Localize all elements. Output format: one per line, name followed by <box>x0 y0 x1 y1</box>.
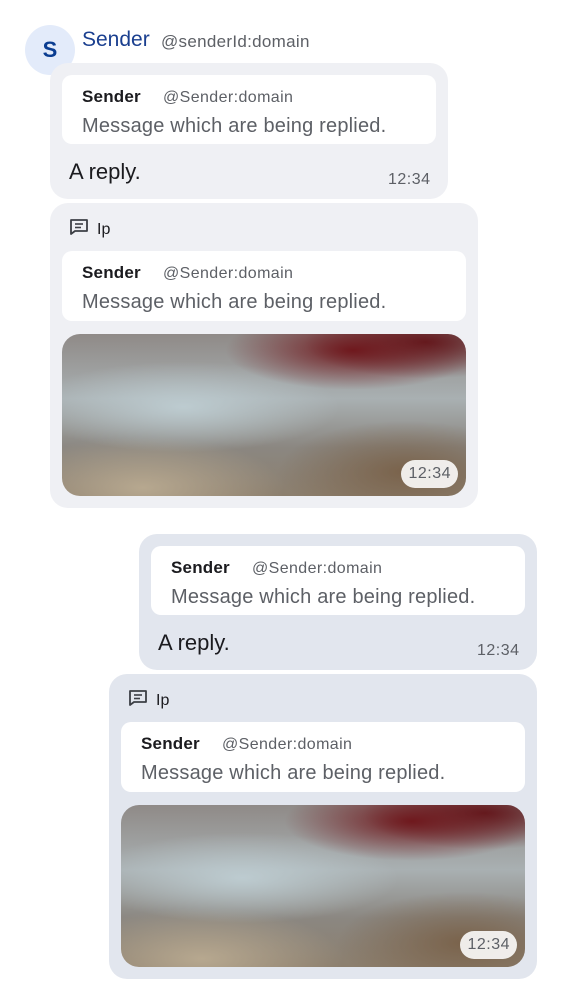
reply-sender-id: @Sender:domain <box>163 89 294 106</box>
sender-id: @senderId:domain <box>161 32 310 51</box>
reply-text: Message which are being replied. <box>171 586 476 608</box>
message-bubble-outgoing-2[interactable]: Ip Sender @Sender:domain Message which a… <box>109 674 537 979</box>
reply-preview[interactable]: Sender @Sender:domain Message which are … <box>62 251 466 321</box>
thread-indicator[interactable]: Ip <box>128 689 169 712</box>
thread-label: Ip <box>156 691 170 709</box>
sender-name[interactable]: Sender <box>82 28 150 52</box>
message-time: 12:34 <box>388 171 431 188</box>
image-time-badge: 12:34 <box>460 931 517 959</box>
thread-icon <box>128 689 148 712</box>
reply-preview[interactable]: Sender @Sender:domain Message which are … <box>62 75 436 144</box>
thread-label: Ip <box>97 220 111 238</box>
reply-text: Message which are being replied. <box>141 762 446 784</box>
message-time: 12:34 <box>477 642 520 659</box>
thread-icon <box>69 218 89 241</box>
reply-preview[interactable]: Sender @Sender:domain Message which are … <box>121 722 525 792</box>
thread-indicator[interactable]: Ip <box>69 218 110 241</box>
reply-preview[interactable]: Sender @Sender:domain Message which are … <box>151 546 525 615</box>
reply-sender-name: Sender <box>171 558 230 577</box>
message-bubble-incoming-2[interactable]: Ip Sender @Sender:domain Message which a… <box>50 203 478 508</box>
reply-text: Message which are being replied. <box>82 291 387 313</box>
reply-sender-name: Sender <box>82 263 141 282</box>
blurred-image[interactable]: 12:34 <box>62 334 466 496</box>
reply-sender-name: Sender <box>141 734 200 753</box>
blurred-image[interactable]: 12:34 <box>121 805 525 967</box>
image-time-badge: 12:34 <box>401 460 458 488</box>
message-text: A reply. <box>158 630 230 655</box>
reply-text: Message which are being replied. <box>82 115 387 137</box>
message-bubble-incoming-1[interactable]: Sender @Sender:domain Message which are … <box>50 63 448 199</box>
message-text: A reply. <box>69 159 141 184</box>
reply-sender-id: @Sender:domain <box>163 265 294 282</box>
message-bubble-outgoing-1[interactable]: Sender @Sender:domain Message which are … <box>139 534 537 670</box>
avatar-letter: S <box>42 37 58 62</box>
reply-sender-id: @Sender:domain <box>222 736 353 753</box>
reply-sender-id: @Sender:domain <box>252 560 383 577</box>
reply-sender-name: Sender <box>82 87 141 106</box>
